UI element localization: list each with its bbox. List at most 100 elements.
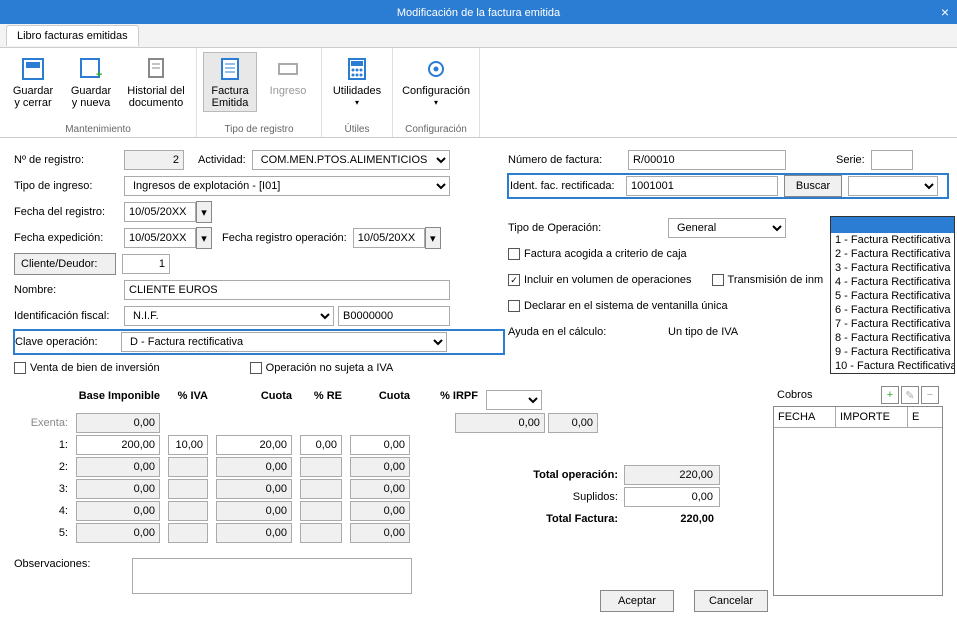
declarar-vent-label: Declarar en el sistema de ventanilla úni… [524, 300, 728, 312]
base-field[interactable] [76, 435, 160, 455]
base-field[interactable] [76, 457, 160, 477]
nombre-field[interactable] [124, 280, 450, 300]
cuota-field[interactable] [216, 479, 292, 499]
historial-button[interactable]: Historial del documento [122, 52, 190, 112]
dropdown-option[interactable]: 3 - Factura Rectificativa (A [831, 261, 954, 275]
utilidades-button[interactable]: Utilidades ▾ [328, 52, 386, 112]
factura-emitida-button[interactable]: Factura Emitida [203, 52, 257, 112]
fecha-exped-field[interactable] [124, 228, 196, 248]
iva-field[interactable] [168, 435, 208, 455]
tipo-ingreso-select[interactable]: Ingresos de explotación - [I01] [124, 176, 450, 196]
re-field[interactable] [300, 457, 342, 477]
cancelar-button[interactable]: Cancelar [694, 590, 768, 612]
guardar-cerrar-button[interactable]: Guardar y cerrar [6, 52, 60, 112]
fecha-registro-field[interactable] [124, 202, 196, 222]
rect-serie-select[interactable] [848, 176, 938, 196]
date-picker-button[interactable]: ▾ [196, 201, 212, 223]
serie-field[interactable] [871, 150, 913, 170]
irpf-base[interactable] [455, 413, 545, 433]
suplidos-value[interactable] [624, 487, 720, 507]
col-re: % RE [296, 388, 346, 412]
clave-op-select[interactable]: D - Factura rectificativa [121, 332, 447, 352]
dropdown-option[interactable]: 1 - Factura Rectificativa (E [831, 233, 954, 247]
ribbon-label: Historial del documento [127, 85, 184, 109]
dropdown-option[interactable]: 8 - Factura Rectificativa P [831, 331, 954, 345]
iva-field[interactable] [168, 457, 208, 477]
base-field[interactable] [76, 479, 160, 499]
tab-libro-facturas[interactable]: Libro facturas emitidas [6, 25, 139, 46]
venta-bien-checkbox[interactable]: Venta de bien de inversión [14, 362, 160, 374]
cuota-field[interactable] [216, 523, 292, 543]
op-no-sujeta-checkbox[interactable]: Operación no sujeta a IVA [250, 362, 394, 374]
dropdown-option[interactable]: 6 - Factura Rectificativa P [831, 303, 954, 317]
declarar-vent-checkbox[interactable]: Declarar en el sistema de ventanilla úni… [508, 300, 728, 312]
cobros-table[interactable]: FECHA IMPORTE E [773, 406, 943, 596]
dropdown-option[interactable]: 7 - Factura Rectificativa P [831, 317, 954, 331]
cuota2-field[interactable] [350, 523, 410, 543]
cuota-field[interactable] [216, 501, 292, 521]
edit-cobro-icon[interactable]: ✎ [901, 386, 919, 404]
iva-field[interactable] [168, 501, 208, 521]
cuota2-field[interactable] [350, 457, 410, 477]
guardar-nueva-button[interactable]: + Guardar y nueva [64, 52, 118, 112]
acogida-caja-label: Factura acogida a criterio de caja [524, 248, 687, 260]
aceptar-button[interactable]: Aceptar [600, 590, 674, 612]
iva-field[interactable] [168, 523, 208, 543]
tipo-ingreso-label: Tipo de ingreso: [14, 180, 124, 192]
base-field[interactable] [76, 501, 160, 521]
ayuda-calc-value: Un tipo de IVA [668, 326, 738, 338]
add-cobro-icon[interactable]: + [881, 386, 899, 404]
save-new-icon: + [77, 55, 105, 83]
cuota-field[interactable] [216, 457, 292, 477]
date-picker-button[interactable]: ▾ [196, 227, 212, 249]
svg-text:+: + [96, 69, 102, 81]
re-field[interactable] [300, 523, 342, 543]
exenta-base[interactable] [76, 413, 160, 433]
observaciones-field[interactable] [132, 558, 412, 594]
id-fiscal-tipo-select[interactable]: N.I.F. [124, 306, 334, 326]
dropdown-option[interactable]: 5 - Factura Rectificativa e [831, 289, 954, 303]
cobros-panel: Cobros + ✎ − FECHA IMPORTE E [773, 384, 943, 596]
num-factura-field[interactable] [628, 150, 786, 170]
ribbon-group-tipo-registro: Tipo de registro [224, 122, 293, 135]
date-picker-button[interactable]: ▾ [425, 227, 441, 249]
tipo-op-select[interactable]: General [668, 218, 786, 238]
irpf-pct[interactable] [548, 413, 598, 433]
rect-type-dropdown[interactable]: 1 - Factura Rectificativa (E2 - Factura … [830, 216, 955, 374]
dropdown-option[interactable]: 9 - Factura Rectificativa P [831, 345, 954, 359]
cliente-deudor-button[interactable]: Cliente/Deudor: [14, 253, 116, 275]
incluir-vol-checkbox[interactable]: ✓Incluir en volumen de operaciones [508, 274, 692, 286]
cuota2-field[interactable] [350, 479, 410, 499]
iva-field[interactable] [168, 479, 208, 499]
fecha-reg-op-field[interactable] [353, 228, 425, 248]
irpf-combo[interactable] [486, 390, 542, 410]
ribbon-label: Utilidades [333, 85, 381, 97]
n-registro-label: Nº de registro: [14, 154, 124, 166]
re-field[interactable] [300, 479, 342, 499]
id-fiscal-field[interactable] [338, 306, 450, 326]
ident-rect-field[interactable] [626, 176, 778, 196]
configuracion-button[interactable]: Configuración ▾ [399, 52, 473, 112]
cuota2-field[interactable] [350, 501, 410, 521]
transmision-checkbox[interactable]: Transmisión de inm [712, 274, 824, 286]
dropdown-option[interactable]: 2 - Factura Rectificativa (A [831, 247, 954, 261]
col-iva: % IVA [164, 388, 212, 412]
base-field[interactable] [76, 523, 160, 543]
cliente-field[interactable] [122, 254, 170, 274]
dropdown-option[interactable]: 4 - Factura Rectificativa (R [831, 275, 954, 289]
close-icon[interactable]: × [941, 0, 949, 24]
actividad-select[interactable]: COM.MEN.PTOS.ALIMENTICIOS ME [252, 150, 450, 170]
n-registro-field[interactable] [124, 150, 184, 170]
ingreso-button[interactable]: Ingreso [261, 52, 315, 100]
cuota-field[interactable] [216, 435, 292, 455]
fecha-reg-op-label: Fecha registro operación: [222, 232, 347, 244]
re-field[interactable] [300, 501, 342, 521]
delete-cobro-icon[interactable]: − [921, 386, 939, 404]
row-label: 3: [14, 481, 72, 497]
acogida-caja-checkbox[interactable]: Factura acogida a criterio de caja [508, 248, 687, 260]
dropdown-option[interactable]: 10 - Factura Rectificativa [831, 359, 954, 373]
buscar-button[interactable]: Buscar [784, 175, 842, 197]
cuota2-field[interactable] [350, 435, 410, 455]
re-field[interactable] [300, 435, 342, 455]
serie-label: Serie: [836, 154, 865, 166]
